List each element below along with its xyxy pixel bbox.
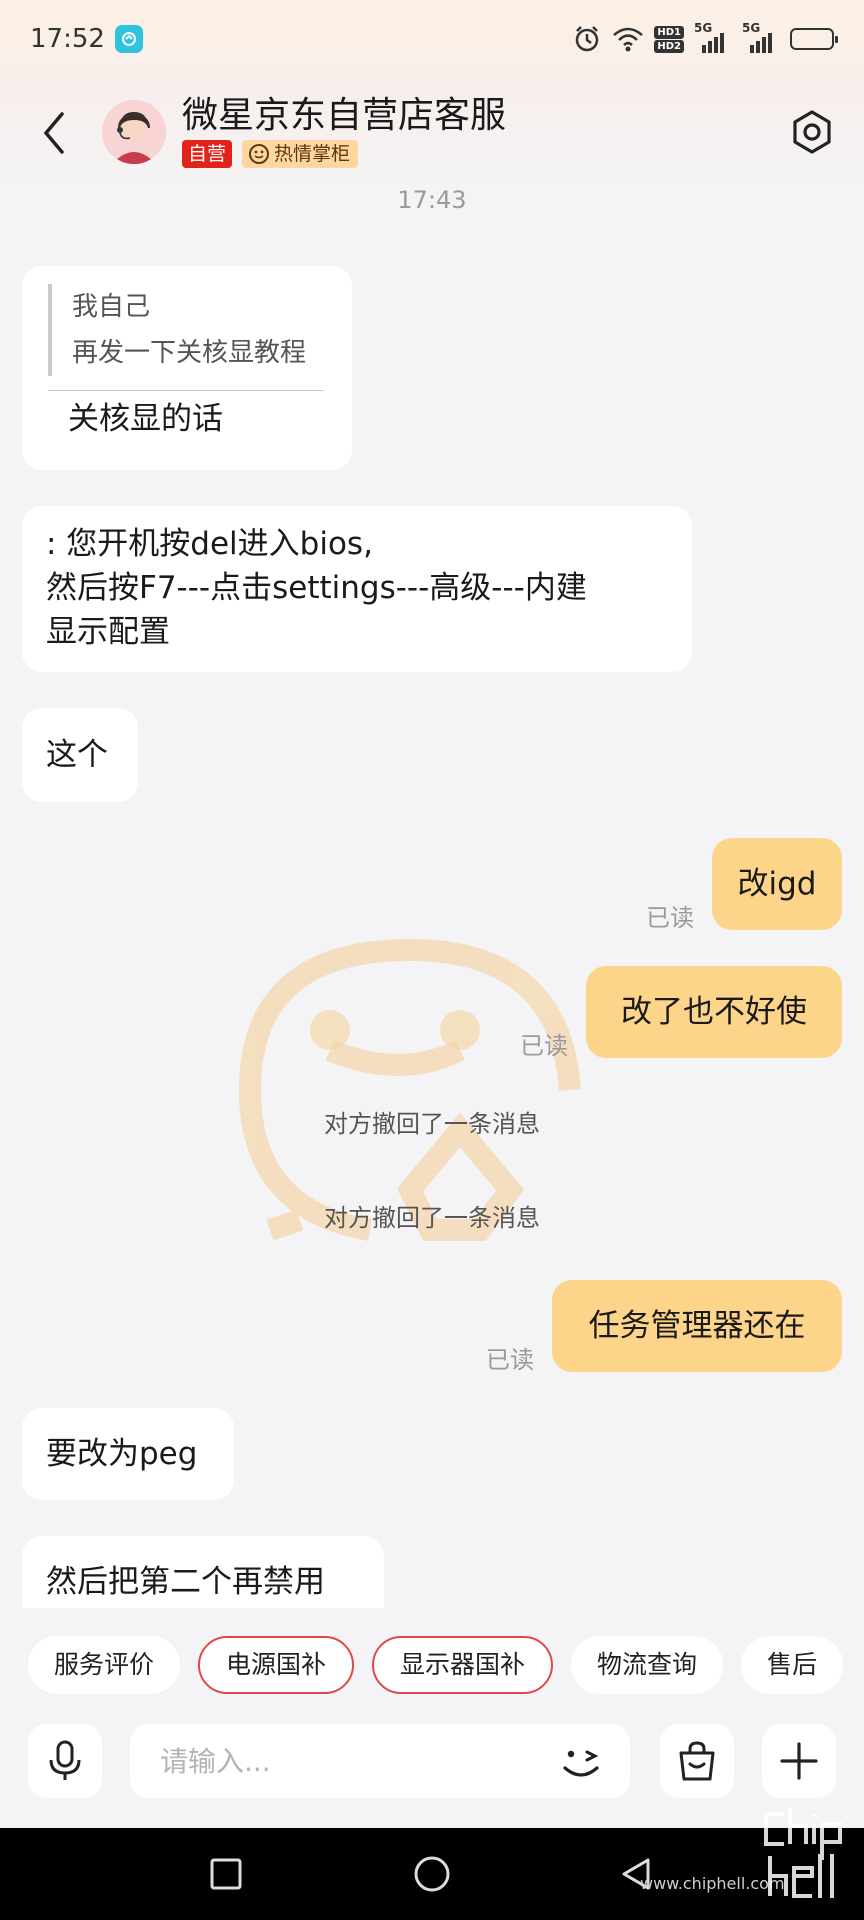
alarm-icon <box>572 24 602 54</box>
message-text: 要改为peg <box>46 1436 198 1472</box>
chat-header: 微星京东自营店客服 自营 热情掌柜 <box>0 86 864 182</box>
quote-text: 再发一下关核显教程 <box>72 338 307 368</box>
voice-input-button[interactable] <box>28 1724 102 1798</box>
quick-reply-chip[interactable]: 物流查询 <box>571 1636 724 1694</box>
quote-author: 我自己 <box>72 292 151 322</box>
avatar[interactable] <box>102 100 166 164</box>
signal-icon: 5G <box>742 21 780 53</box>
home-button[interactable] <box>410 1852 454 1896</box>
recent-apps-button[interactable] <box>204 1852 248 1896</box>
message-bubble-received[interactable]: 这个 <box>22 708 138 802</box>
message-text: 改igd <box>737 866 817 902</box>
status-bar: 17:52 HD1 HD2 5G 5G <box>0 0 864 78</box>
plus-icon <box>780 1742 818 1780</box>
quick-reply-chip[interactable]: 显示器国补 <box>372 1636 554 1694</box>
status-time: 17:52 <box>30 24 105 54</box>
signal-icon: 5G <box>694 21 732 53</box>
message-text-line: : 您开机按del进入bios, <box>46 526 373 562</box>
circle-icon <box>414 1856 450 1892</box>
page-title: 微星京东自营店客服 <box>182 95 507 136</box>
back-button[interactable] <box>36 108 72 158</box>
read-receipt: 已读 <box>486 1346 534 1374</box>
message-text: 然后把第二个再禁用 <box>46 1564 325 1600</box>
recalled-notice: 对方撤回了一条消息 <box>324 1110 540 1138</box>
message-text-line: 显示配置 <box>46 614 170 650</box>
hot-seller-badge: 热情掌柜 <box>242 140 359 168</box>
message-bubble-received[interactable]: 我自己 再发一下关核显教程 关核显的话 <box>22 266 352 470</box>
more-actions-button[interactable] <box>762 1724 836 1798</box>
app-notification-icon <box>114 25 143 53</box>
emoji-button[interactable] <box>555 1736 607 1788</box>
self-operated-badge: 自营 <box>182 140 233 168</box>
settings-button[interactable] <box>786 106 838 158</box>
quick-reply-chip[interactable]: 售后 <box>741 1636 844 1694</box>
message-text: 关核显的话 <box>68 401 223 437</box>
microphone-icon <box>49 1740 81 1780</box>
message-bubble-received[interactable]: : 您开机按del进入bios, 然后按F7---点击settings---高级… <box>22 506 692 672</box>
message-bubble-received[interactable]: 然后把第二个再禁用 <box>22 1536 384 1608</box>
chevron-left-icon <box>43 112 64 154</box>
message-bubble-sent[interactable]: 改了也不好使 <box>586 966 842 1058</box>
recalled-notice: 对方撤回了一条消息 <box>324 1204 540 1232</box>
message-text-line: 然后按F7---点击settings---高级---内建 <box>46 570 587 606</box>
wink-emoji-icon <box>563 1750 599 1777</box>
quick-reply-bar: 服务评价 电源国补 显示器国补 物流查询 售后 <box>0 1636 864 1696</box>
wifi-icon <box>612 25 644 53</box>
hot-seller-label: 热情掌柜 <box>274 143 351 165</box>
battery-icon <box>790 28 838 50</box>
order-button[interactable] <box>660 1724 734 1798</box>
message-text: 这个 <box>46 737 108 773</box>
read-receipt: 已读 <box>520 1032 568 1060</box>
quick-reply-chip[interactable]: 电源国补 <box>198 1636 355 1694</box>
message-bubble-received[interactable]: 要改为peg <box>22 1408 234 1500</box>
smile-face-icon <box>249 144 269 164</box>
message-text: 改了也不好使 <box>621 994 807 1030</box>
chiphell-logo <box>762 1806 852 1906</box>
chat-timestamp: 17:43 <box>397 186 467 214</box>
input-bar <box>0 1718 864 1808</box>
hd-voice-icon: HD1 HD2 <box>654 25 684 53</box>
read-receipt: 已读 <box>646 904 694 932</box>
message-bubble-sent[interactable]: 改igd <box>712 838 842 930</box>
quote-divider <box>48 390 324 391</box>
shopping-bag-icon <box>679 1741 715 1781</box>
settings-hexagon-icon <box>793 110 831 154</box>
square-icon <box>210 1858 242 1890</box>
quoted-message[interactable]: 我自己 再发一下关核显教程 <box>48 284 324 376</box>
message-bubble-sent[interactable]: 任务管理器还在 <box>552 1280 842 1372</box>
quick-reply-chip[interactable]: 服务评价 <box>28 1636 181 1694</box>
message-text: 任务管理器还在 <box>588 1308 806 1344</box>
